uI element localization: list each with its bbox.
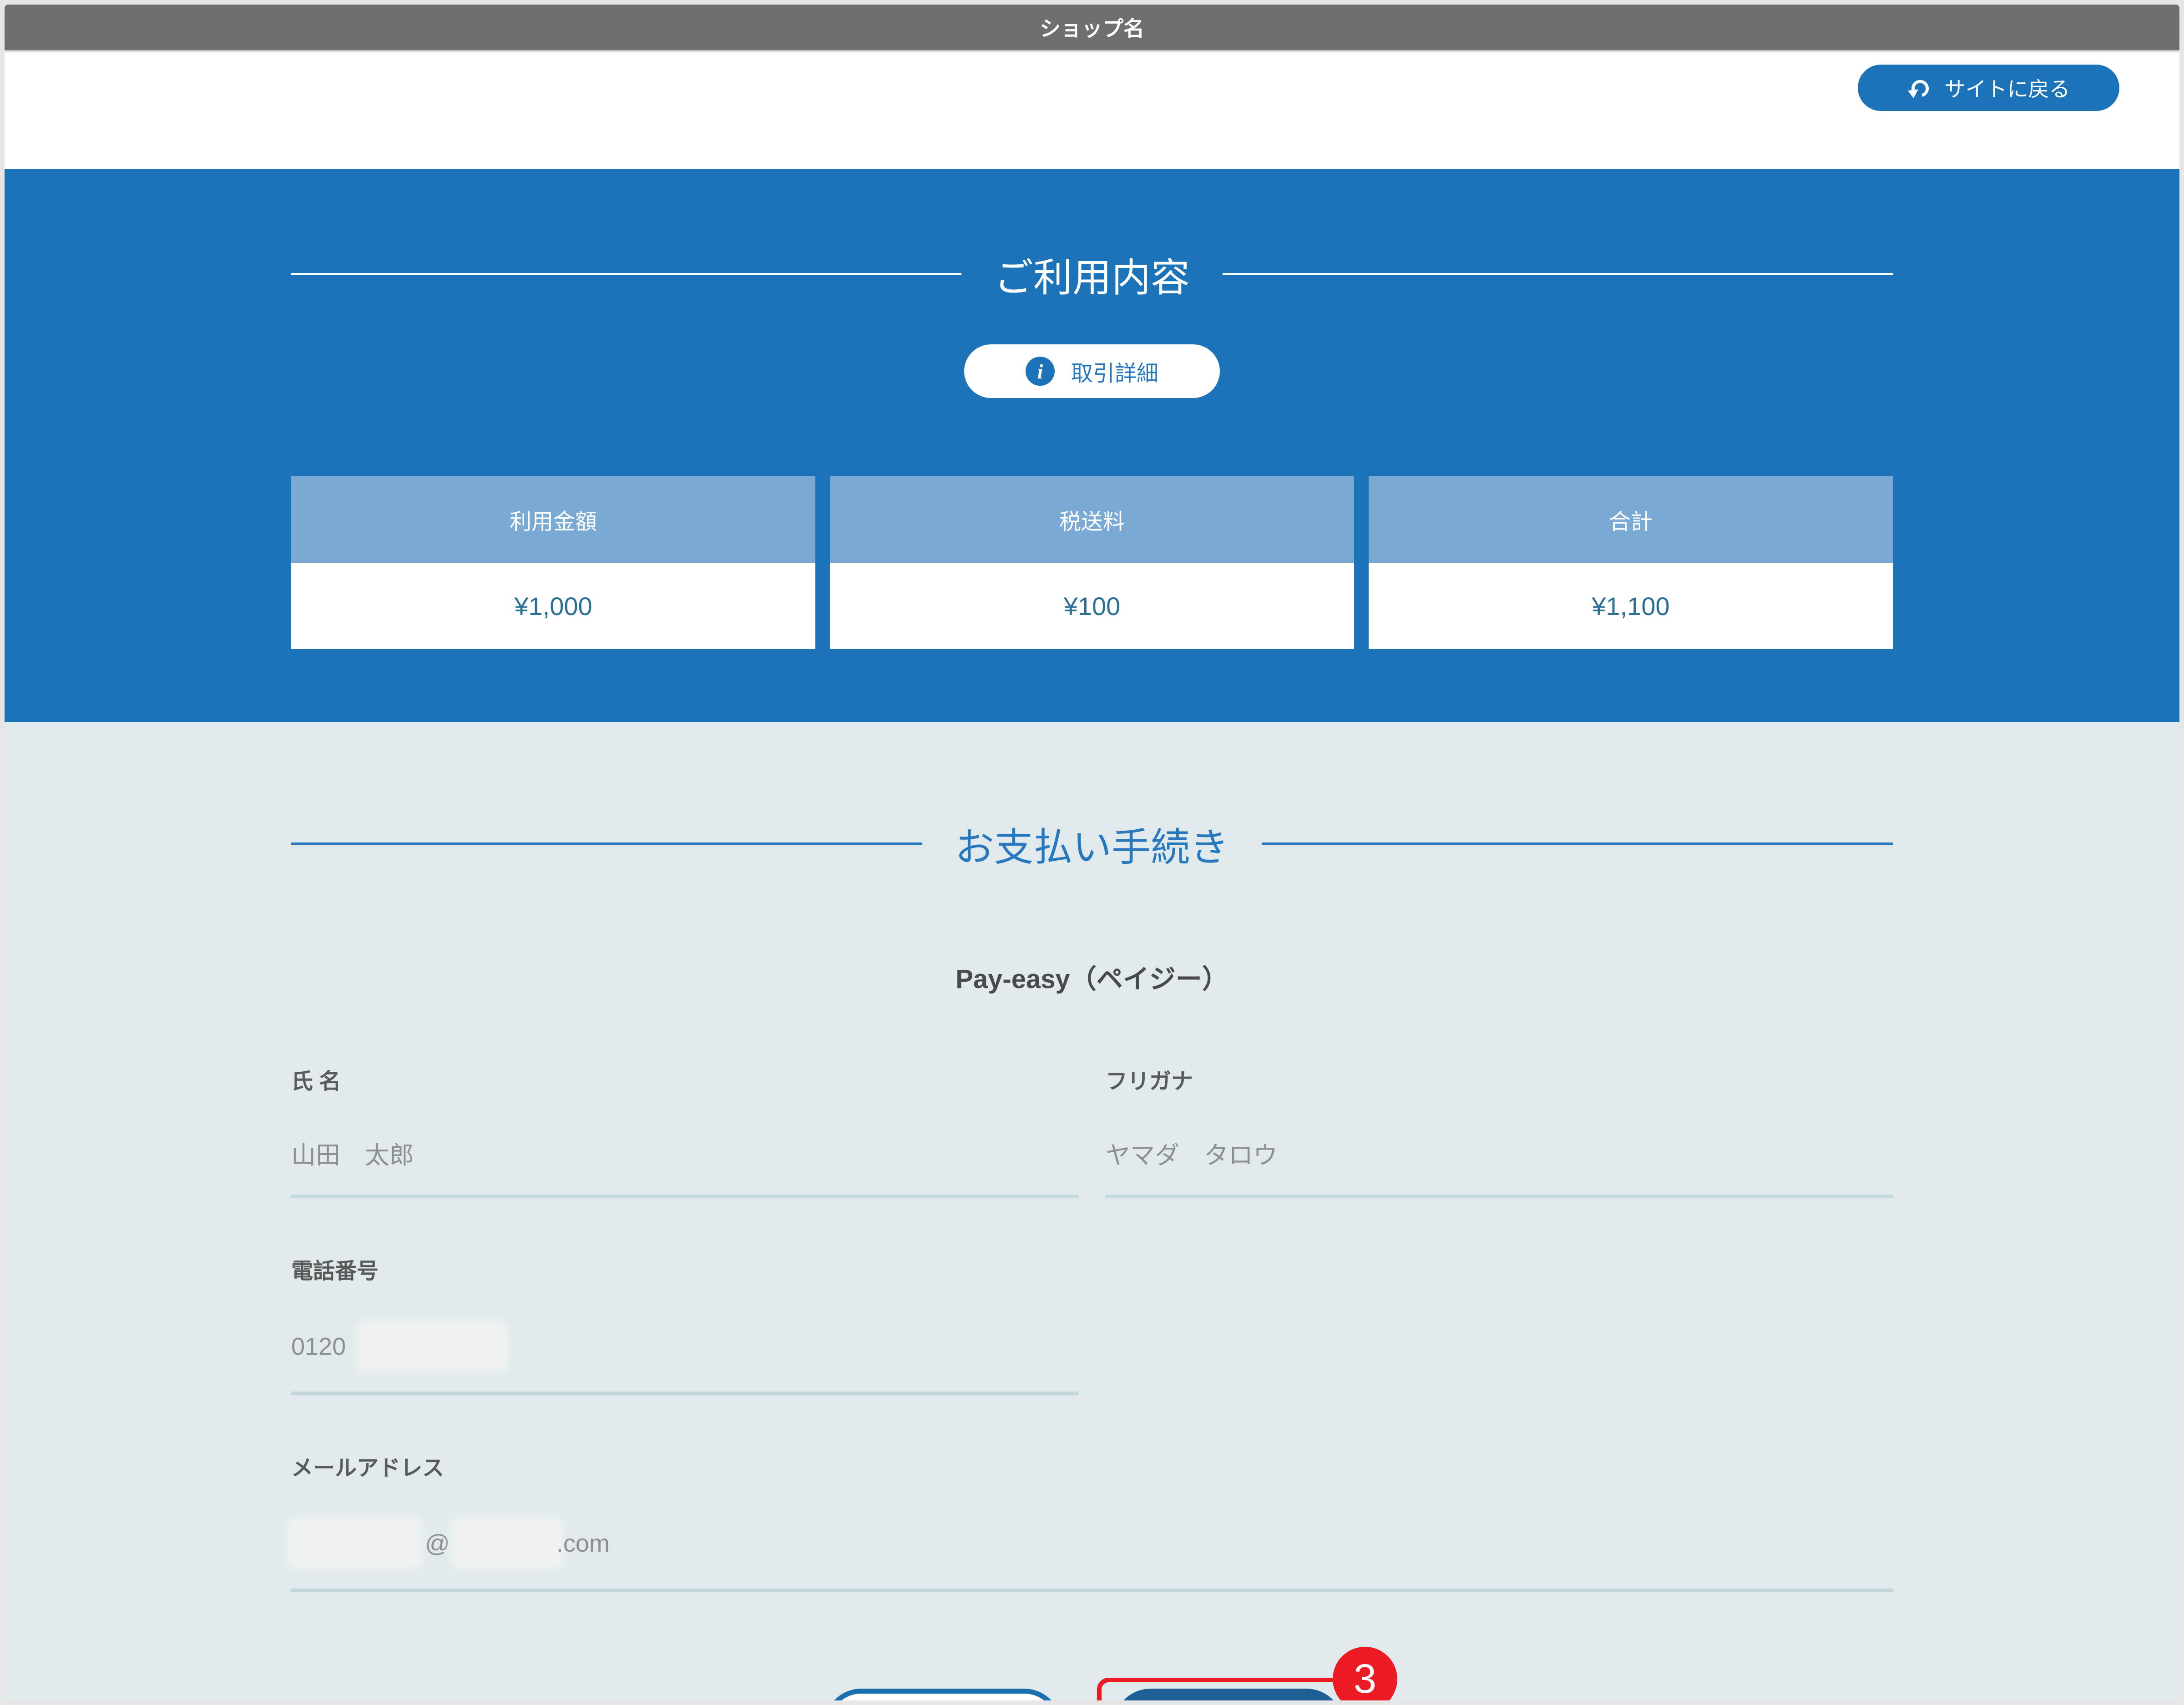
amount-col-total: 合計 ¥1,100	[1369, 476, 1893, 649]
amount-header-total: 合計	[1369, 476, 1893, 563]
return-arrow-icon	[1907, 76, 1931, 100]
form-buttons-row: 再入力 確 定 3	[5, 1647, 2179, 1700]
confirm-button[interactable]: 確 定	[1113, 1689, 1344, 1700]
form-row-phone: 電話番号 0120	[291, 1253, 1893, 1395]
phone-label: 電話番号	[291, 1259, 379, 1283]
form-row-email: メールアドレス @ .com	[291, 1450, 1893, 1592]
redaction-mask	[360, 1325, 504, 1368]
redaction-mask	[291, 1522, 419, 1565]
form-row-name: 氏 名 山田 太郎 フリガナ ヤマダ タロウ	[291, 1063, 1893, 1198]
header-strip: サイトに戻る	[5, 50, 2179, 169]
annotation-step-badge: 3	[1333, 1647, 1397, 1700]
transaction-detail-label: 取引詳細	[1071, 362, 1158, 386]
amount-col-usage: 利用金額 ¥1,000	[291, 476, 815, 649]
name-value: 山田 太郎	[291, 1135, 1078, 1198]
phone-visible-digits: 0120	[291, 1332, 346, 1360]
email-visible-suffix: .com	[556, 1529, 610, 1557]
amount-value-usage: ¥1,000	[291, 563, 815, 649]
back-to-site-button[interactable]: サイトに戻る	[1858, 65, 2119, 111]
email-value: @ .com	[291, 1522, 1893, 1592]
amount-header-tax-shipping: 税送料	[830, 476, 1354, 563]
usage-title-row: ご利用内容	[291, 246, 1893, 303]
reenter-button[interactable]: 再入力	[824, 1689, 1062, 1700]
usage-section: ご利用内容 i 取引詳細 利用金額 ¥1,000 税送料 ¥100 合計 ¥1,…	[5, 169, 2179, 722]
phone-field: 電話番号 0120	[291, 1253, 1078, 1395]
kana-value: ヤマダ タロウ	[1106, 1135, 1893, 1198]
name-label: 氏 名	[291, 1069, 341, 1094]
payment-title-row: お支払い手続き	[291, 815, 1893, 872]
amount-value-tax-shipping: ¥100	[830, 563, 1354, 649]
payment-title-rule-right	[1262, 842, 1893, 845]
amount-value-total: ¥1,100	[1369, 563, 1893, 649]
name-field: 氏 名 山田 太郎	[291, 1063, 1078, 1198]
shop-name-bar: ショップ名	[5, 5, 2179, 50]
kana-field: フリガナ ヤマダ タロウ	[1106, 1063, 1893, 1198]
back-to-site-label: サイトに戻る	[1944, 77, 2070, 101]
info-icon: i	[1025, 357, 1055, 386]
payment-method-heading: Pay-easy（ペイジー）	[956, 964, 1228, 994]
transaction-detail-button[interactable]: i 取引詳細	[964, 344, 1220, 398]
amount-header-usage: 利用金額	[291, 476, 815, 563]
payment-section-title: お支払い手続き	[955, 826, 1229, 869]
kana-label: フリガナ	[1106, 1069, 1193, 1094]
payment-form: 氏 名 山田 太郎 フリガナ ヤマダ タロウ 電話番号 0120 メールアドレス…	[291, 1063, 1893, 1592]
annotation-highlight-box: 確 定 3	[1097, 1647, 1397, 1700]
title-rule-right	[1223, 273, 1893, 275]
payment-section: お支払い手続き Pay-easy（ペイジー） 氏 名 山田 太郎 フリガナ ヤマ…	[5, 722, 2179, 1700]
phone-value: 0120	[291, 1325, 1078, 1395]
email-field: メールアドレス @ .com	[291, 1450, 1893, 1592]
email-at-sign: @	[425, 1529, 450, 1557]
redaction-mask	[454, 1522, 559, 1565]
payment-title-rule-left	[291, 842, 922, 845]
usage-section-title: ご利用内容	[994, 256, 1190, 300]
shop-name-title: ショップ名	[1040, 17, 1144, 40]
amount-col-tax-shipping: 税送料 ¥100	[830, 476, 1354, 649]
page-frame: ショップ名 サイトに戻る ご利用内容 i 取引詳細 利用金額 ¥1,000 税送…	[5, 5, 2179, 1700]
title-rule-left	[291, 273, 961, 275]
email-label: メールアドレス	[291, 1456, 445, 1480]
amount-table: 利用金額 ¥1,000 税送料 ¥100 合計 ¥1,100	[291, 476, 1893, 649]
